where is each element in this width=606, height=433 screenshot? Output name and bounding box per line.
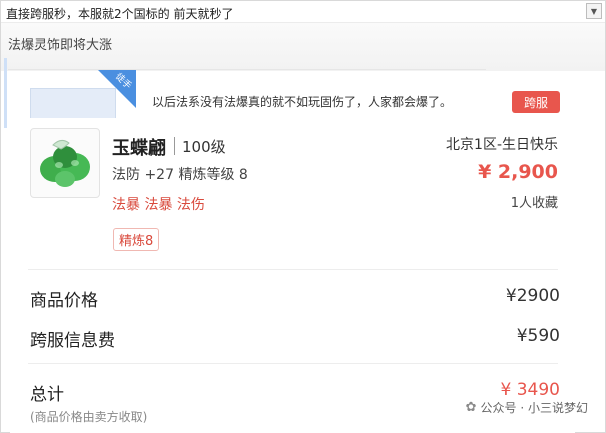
name-level-separator [174,137,175,155]
price-label: 商品价格 [30,291,98,311]
jade-butterfly-icon [30,128,100,198]
fee-label: 跨服信息费 [30,331,115,351]
server-name: 北京1区-生日快乐 [446,137,558,153]
item-price: ¥ 2,900 [478,161,558,183]
total-label: 总计 [30,385,64,405]
summary-divider [28,363,558,364]
item-name: 玉蝶翩 [112,138,166,159]
card-divider [28,269,558,270]
cross-server-tag[interactable]: 跨服 [512,91,560,113]
total-value: ¥ 3490 [500,380,560,400]
item-stats: 法防 +27 精炼等级 8 [112,167,248,183]
item-tags: 法暴 法暴 法伤 [112,197,205,213]
wechat-icon: ✿ [465,400,477,415]
top-caption: 直接跨服秒，本服就2个国标的 前天就秒了 [6,7,234,21]
listing-description: 以后法系没有法爆真的就不如玩固伤了，人家都会爆了。 [152,95,453,109]
accent-bar [4,58,7,128]
price-value: ¥2900 [505,286,560,306]
refine-badge: 精炼8 [113,228,160,251]
header-title: 法爆灵饰即将大涨 [8,38,113,53]
fee-value: ¥590 [516,326,560,346]
corner-tag-label: 徒手 [113,71,133,92]
jade-ornament-icon [40,139,90,187]
watermark-text: 公众号 · 小三说梦幻 [480,401,588,415]
item-level: 100级 [182,138,226,156]
total-note: (商品价格由卖方收取) [30,410,148,424]
favorites-count: 1人收藏 [510,196,558,211]
header-divider [8,69,486,70]
dropdown-arrow-icon[interactable]: ▼ [586,3,602,19]
item-card: 玉蝶翩 100级 法防 +27 精炼等级 8 法暴 法暴 法伤 精炼8 北京1区… [10,118,575,433]
watermark: ✿ 公众号 · 小三说梦幻 [465,399,588,416]
